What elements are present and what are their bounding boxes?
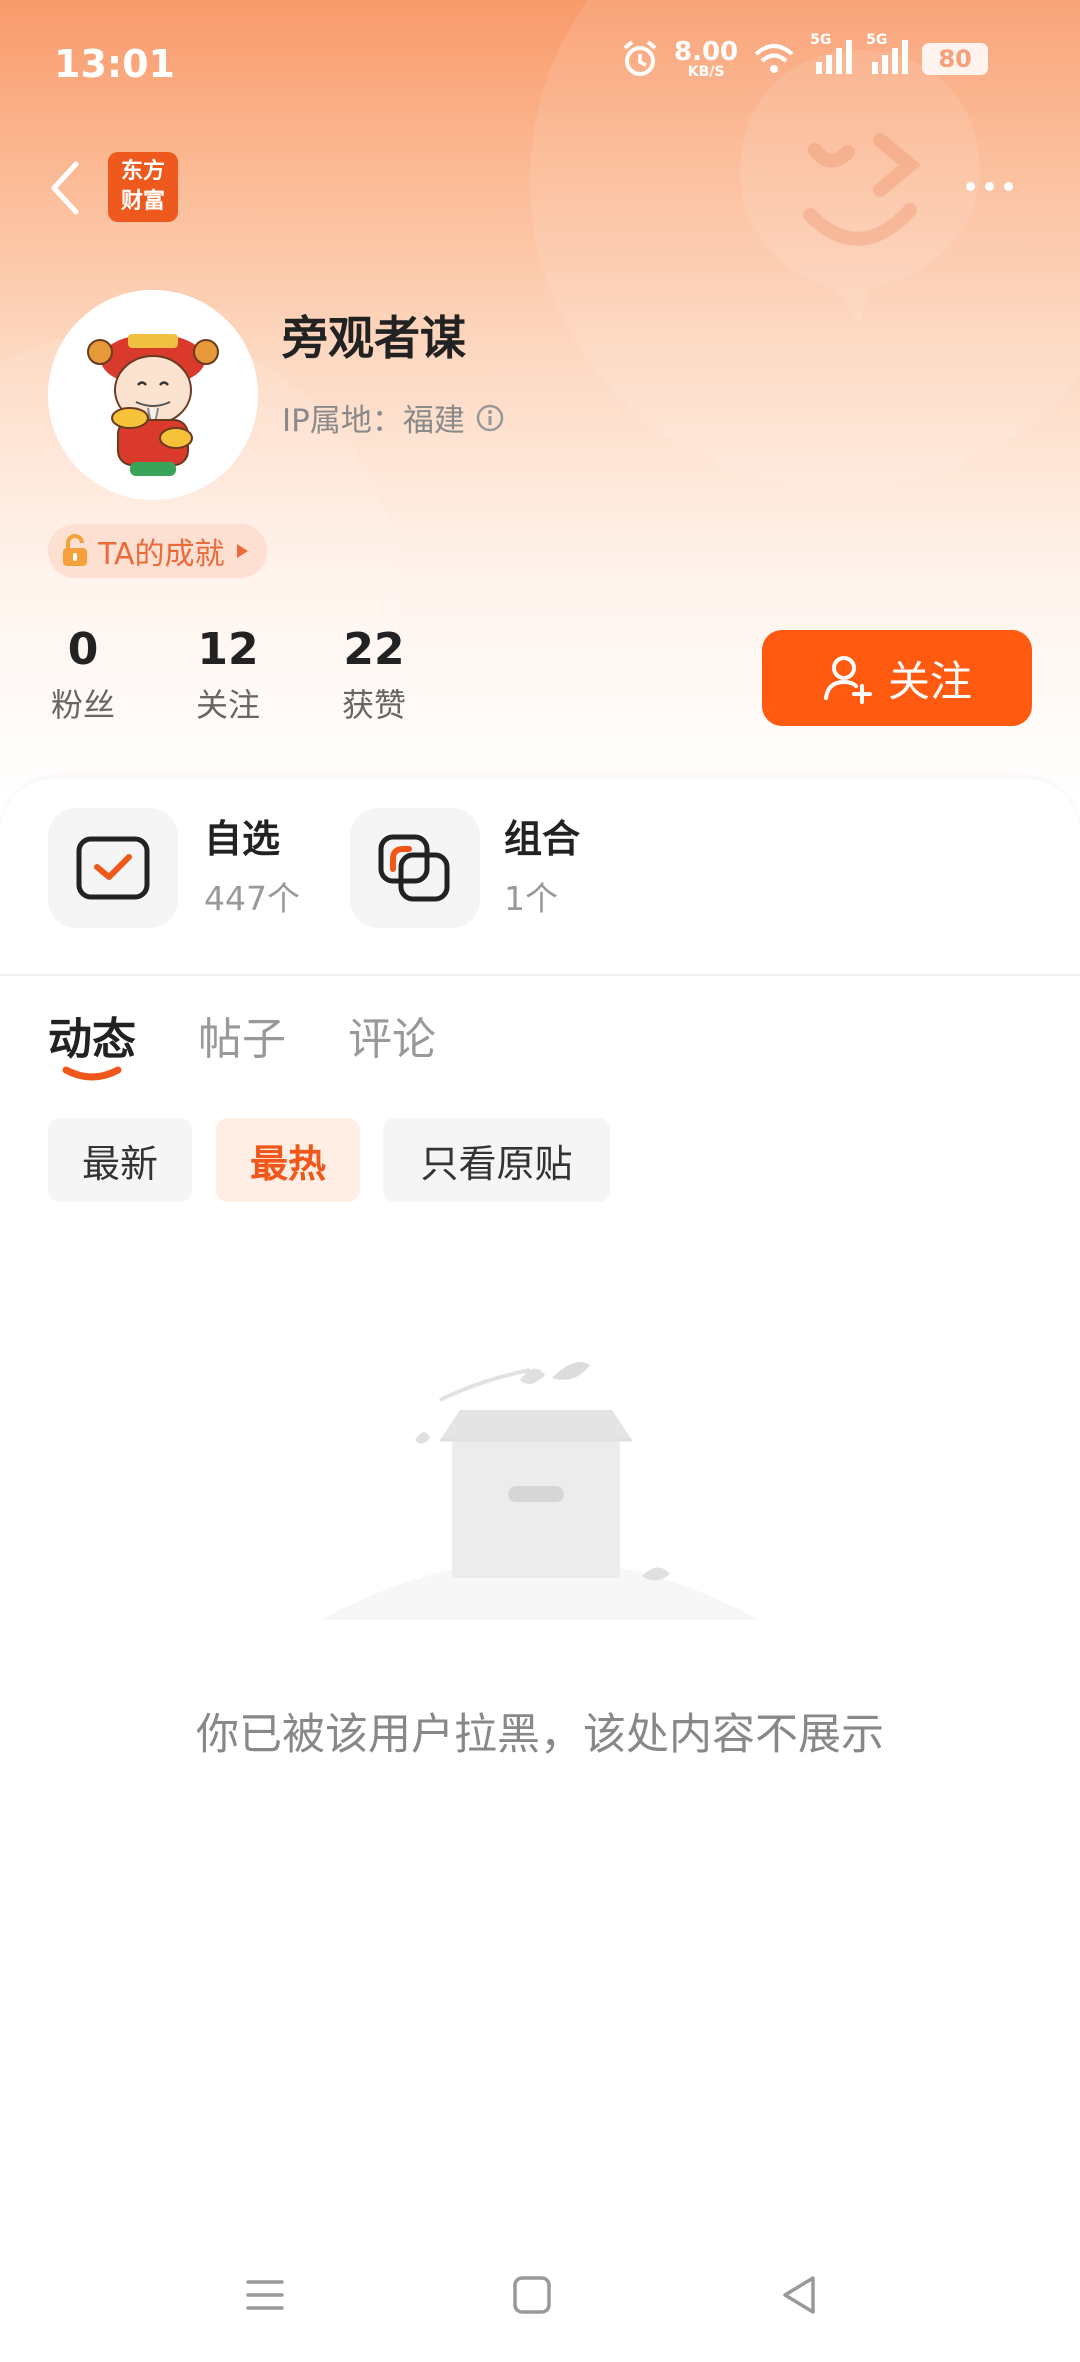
sim1-label: 5G — [810, 32, 832, 48]
status-bar: 13:01 8.00 KB/S 5G 5G 80 — [0, 0, 1080, 130]
more-options-icon[interactable] — [966, 168, 1026, 204]
ip-location-text: IP属地：福建 — [282, 403, 465, 439]
following-label: 关注 — [195, 686, 260, 724]
likes-count: 22 — [343, 624, 405, 675]
status-time: 13:01 — [54, 42, 175, 86]
watchlist-count: 447个 — [204, 879, 300, 918]
checkbox-icon — [76, 836, 150, 900]
stat-following[interactable]: 12 关注 — [188, 620, 268, 730]
ip-location: IP属地：福建 — [282, 395, 505, 440]
stat-likes[interactable]: 22 获赞 — [334, 620, 414, 730]
empty-box-illustration — [320, 1361, 760, 1620]
network-speed-value: 8.00 — [674, 37, 739, 67]
logo-line1: 东方 — [120, 159, 165, 184]
sim2-label: 5G — [866, 32, 888, 48]
network-speed-unit: KB/S — [687, 64, 725, 80]
add-user-icon — [823, 656, 872, 704]
back-triangle-icon[interactable] — [775, 2270, 825, 2320]
home-icon[interactable] — [507, 2270, 557, 2320]
following-count: 12 — [197, 624, 259, 675]
fortune-god-avatar-icon — [48, 290, 258, 500]
likes-label: 获赞 — [341, 686, 406, 724]
battery-indicator: 80 — [922, 43, 989, 75]
alarm-icon — [623, 40, 657, 76]
app-logo[interactable]: 东方 财富 — [108, 152, 178, 222]
portfolio-title[interactable]: 组合 — [504, 808, 580, 863]
signal-sim1: 5G — [810, 32, 853, 80]
info-icon[interactable] — [475, 403, 505, 433]
empty-state-message: 你已被该用户拉黑，该处内容不展示 — [196, 1710, 884, 1760]
filter-original-only[interactable]: 只看原贴 — [383, 1118, 610, 1202]
tab-comments[interactable]: 评论 — [348, 1003, 436, 1067]
portfolio-card[interactable] — [350, 808, 480, 928]
watchlist-card[interactable] — [48, 808, 178, 928]
filter-latest[interactable]: 最新 — [48, 1118, 192, 1202]
tab-posts[interactable]: 帖子 — [198, 1003, 286, 1067]
filter-hottest[interactable]: 最热 — [216, 1118, 360, 1202]
achievement-label: TA的成就 — [98, 537, 225, 572]
logo-line2: 财富 — [120, 189, 165, 214]
status-icons: 8.00 KB/S 5G 5G 80 — [620, 32, 989, 80]
wifi-icon — [754, 44, 794, 73]
portfolio-count: 1个 — [504, 879, 558, 918]
active-tab-indicator — [62, 1066, 122, 1081]
username: 旁观者谋 — [282, 311, 466, 365]
avatar[interactable] — [48, 290, 258, 500]
play-arrow-icon — [236, 544, 248, 558]
menu-icon[interactable] — [240, 2270, 290, 2320]
signal-sim2: 5G — [866, 32, 909, 80]
stat-fans[interactable]: 0 粉丝 — [48, 620, 118, 730]
divider — [0, 974, 1080, 976]
back-arrow-icon[interactable] — [44, 158, 84, 218]
fans-label: 粉丝 — [50, 686, 115, 724]
portfolio-icon — [378, 834, 450, 902]
lock-icon — [63, 534, 87, 566]
achievement-button[interactable]: TA的成就 — [48, 524, 267, 578]
watchlist-title[interactable]: 自选 — [204, 808, 280, 863]
network-speed: 8.00 KB/S — [674, 39, 738, 79]
follow-label: 关注 — [887, 656, 972, 706]
follow-button[interactable]: 关注 — [762, 630, 1032, 726]
tab-activity[interactable]: 动态 — [48, 1003, 136, 1067]
fans-count: 0 — [67, 624, 99, 675]
